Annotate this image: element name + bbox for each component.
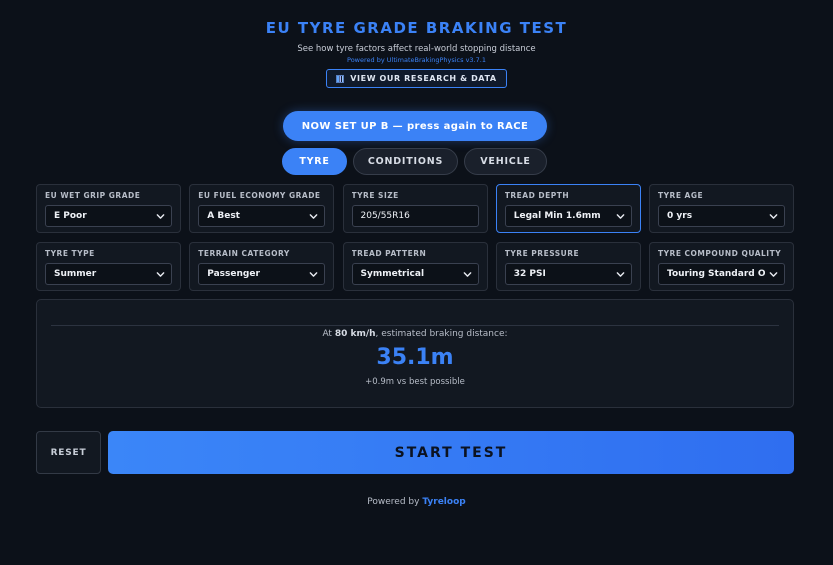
- field-terrain-category: TERRAIN CATEGORY Passenger: [189, 242, 335, 291]
- select-value: Summer: [54, 269, 97, 279]
- engine-credit: Powered by UltimateBrakingPhysics v3.7.1: [347, 56, 486, 64]
- tyre-type-select[interactable]: Summer: [45, 263, 172, 285]
- field-label: TREAD DEPTH: [504, 191, 570, 200]
- result-divider: [51, 325, 779, 326]
- page-title: EU TYRE GRADE BRAKING TEST: [265, 19, 568, 37]
- tyre-age-select[interactable]: 0 yrs: [658, 205, 785, 227]
- field-tread-depth: TREAD DEPTH Legal Min 1.6mm: [495, 184, 641, 233]
- select-value: A Best: [207, 211, 240, 221]
- tyre-size-input[interactable]: 205/55R16: [351, 205, 479, 227]
- select-value: 0 yrs: [667, 211, 693, 221]
- chevron-down-icon: [309, 213, 318, 219]
- select-value: E Poor: [54, 211, 87, 221]
- research-data-button[interactable]: VIEW OUR RESEARCH & DATA: [326, 69, 507, 88]
- chevron-down-icon: [463, 271, 471, 277]
- result-speed: 80 km/h: [334, 329, 376, 339]
- setup-race-button[interactable]: NOW SET UP B — press again to RACE: [283, 111, 547, 141]
- field-label: TYRE SIZE: [351, 191, 399, 200]
- field-label: EU WET GRIP GRADE: [45, 191, 141, 200]
- wet-grip-select[interactable]: E Poor: [45, 205, 172, 227]
- select-value: Passenger: [207, 269, 260, 279]
- chevron-down-icon: [156, 213, 165, 219]
- field-label: TYRE TYPE: [45, 249, 95, 258]
- chevron-down-icon: [616, 271, 625, 277]
- footer: Powered by Tyreloop: [0, 497, 833, 507]
- start-test-button[interactable]: START TEST: [108, 431, 794, 474]
- field-tyre-age: TYRE AGE 0 yrs: [649, 184, 794, 233]
- page-header: EU TYRE GRADE BRAKING TEST See how tyre …: [0, 0, 833, 88]
- field-fuel-economy: EU FUEL ECONOMY GRADE A Best: [189, 184, 335, 233]
- tab-conditions[interactable]: CONDITIONS: [353, 148, 458, 175]
- tyre-settings-grid: EU WET GRIP GRADE E Poor EU FUEL ECONOMY…: [36, 184, 794, 291]
- chevron-down-icon: [156, 271, 165, 277]
- tab-vehicle[interactable]: VEHICLE: [464, 148, 547, 175]
- field-tyre-pressure: TYRE PRESSURE 32 PSI: [495, 242, 641, 291]
- page-subtitle: See how tyre factors affect real-world s…: [297, 44, 536, 54]
- result-caption: At 80 km/h, estimated braking distance:: [37, 329, 793, 339]
- tyre-pressure-select[interactable]: 32 PSI: [504, 263, 632, 285]
- footer-prefix: Powered by: [367, 497, 423, 507]
- chevron-down-icon: [769, 213, 778, 219]
- research-data-label: VIEW OUR RESEARCH & DATA: [350, 74, 497, 83]
- reset-button[interactable]: RESET: [36, 431, 101, 474]
- select-value: Symmetrical: [360, 269, 425, 279]
- chevron-down-icon: [769, 271, 778, 277]
- tread-pattern-select[interactable]: Symmetrical: [351, 263, 479, 285]
- select-value: Legal Min 1.6mm: [513, 211, 601, 221]
- field-label: TYRE COMPOUND QUALITY: [658, 249, 782, 258]
- field-label: TYRE AGE: [658, 191, 704, 200]
- braking-distance: 35.1m: [376, 345, 454, 370]
- tab-tyre[interactable]: TYRE: [282, 148, 347, 175]
- field-tread-pattern: TREAD PATTERN Symmetrical: [342, 242, 488, 291]
- result-panel: At 80 km/h, estimated braking distance: …: [36, 299, 794, 408]
- select-value: 32 PSI: [513, 269, 546, 279]
- tyreloop-link[interactable]: Tyreloop: [422, 497, 465, 507]
- fuel-economy-select[interactable]: A Best: [198, 205, 326, 227]
- input-value: 205/55R16: [360, 211, 410, 221]
- field-compound-quality: TYRE COMPOUND QUALITY Touring Standard O…: [649, 242, 794, 291]
- chevron-down-icon: [309, 271, 318, 277]
- field-label: TREAD PATTERN: [351, 249, 427, 258]
- tread-depth-select[interactable]: Legal Min 1.6mm: [504, 205, 632, 227]
- chevron-down-icon: [616, 213, 625, 219]
- field-tyre-size: TYRE SIZE 205/55R16: [342, 184, 488, 233]
- field-label: EU FUEL ECONOMY GRADE: [198, 191, 321, 200]
- caption-suffix: , estimated braking distance:: [375, 329, 508, 339]
- select-value: Touring Standard OE: [667, 269, 765, 279]
- field-tyre-type: TYRE TYPE Summer: [36, 242, 181, 291]
- bar-chart-icon: [336, 74, 345, 83]
- caption-prefix: At: [322, 329, 335, 339]
- settings-tabs: TYRE CONDITIONS VEHICLE: [282, 148, 547, 175]
- terrain-category-select[interactable]: Passenger: [198, 263, 326, 285]
- compound-quality-select[interactable]: Touring Standard OE: [658, 263, 785, 285]
- field-label: TERRAIN CATEGORY: [198, 249, 290, 258]
- field-label: TYRE PRESSURE: [504, 249, 580, 258]
- field-wet-grip: EU WET GRIP GRADE E Poor: [36, 184, 181, 233]
- distance-delta: +0.9m vs best possible: [365, 377, 465, 387]
